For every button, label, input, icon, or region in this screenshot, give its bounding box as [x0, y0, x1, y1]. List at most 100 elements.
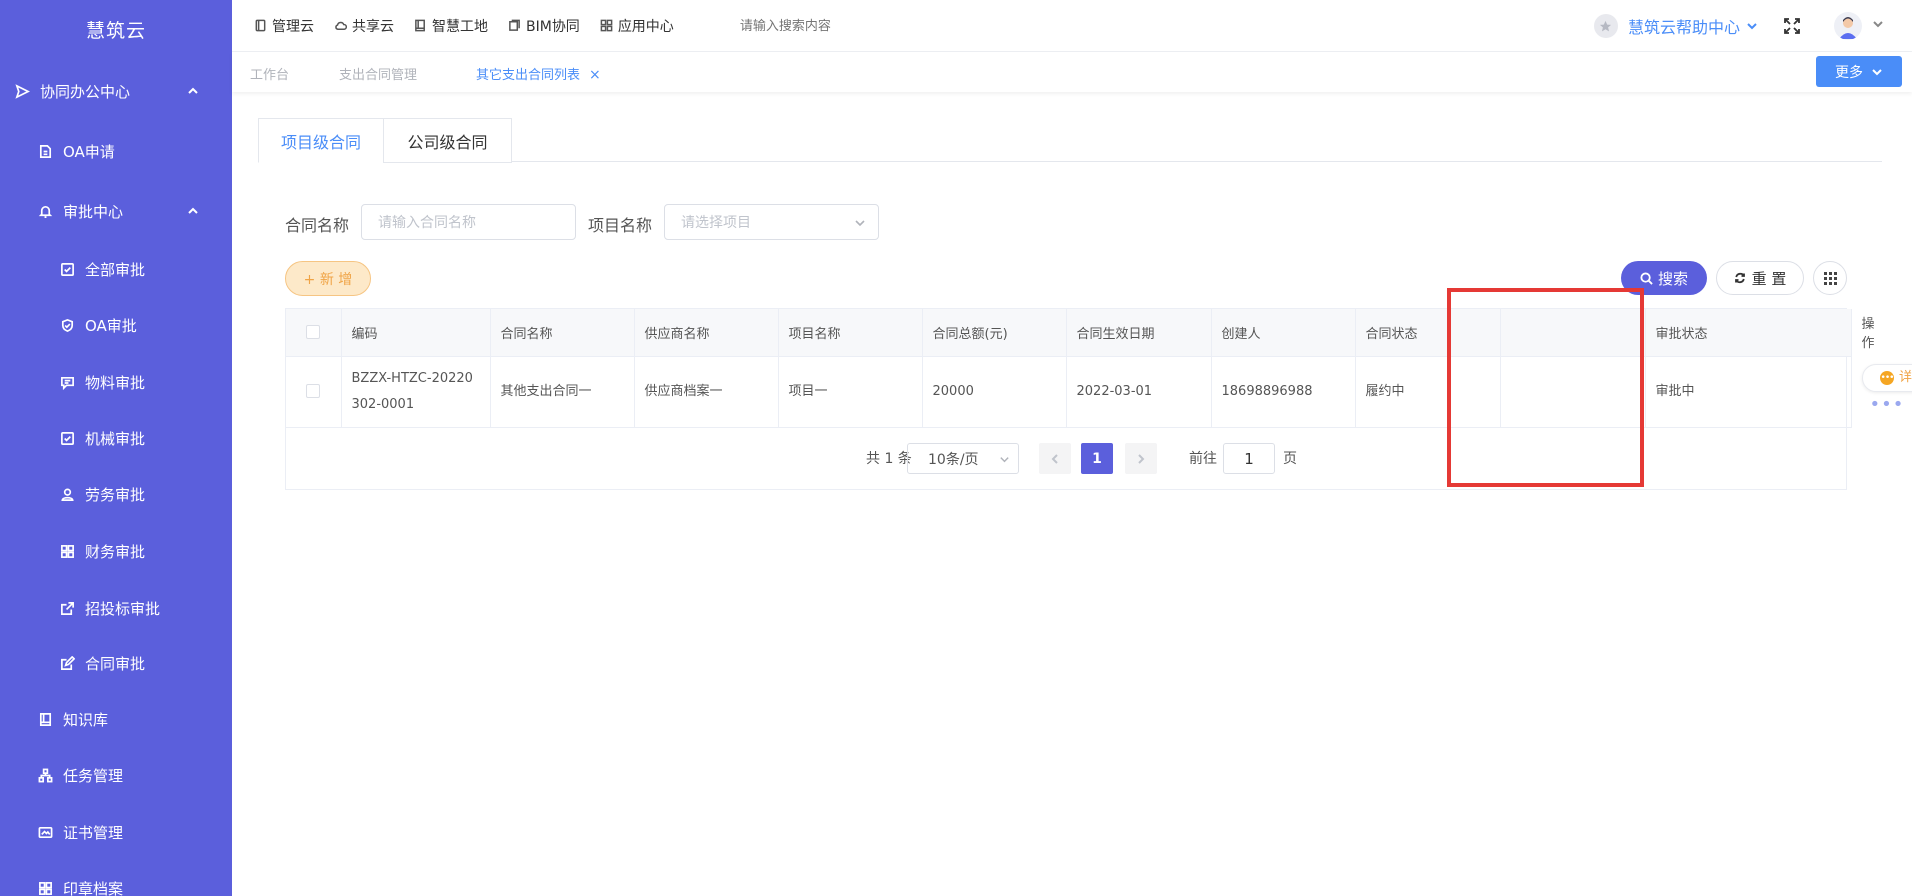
chevron-down-icon[interactable]	[1872, 18, 1884, 34]
topnav-management-cloud[interactable]: 管理云	[254, 16, 314, 36]
send-icon	[14, 83, 30, 99]
topnav-label: 共享云	[352, 18, 394, 35]
sidebar-item-bidding-approval[interactable]: 招投标审批	[0, 580, 232, 636]
document-icon	[37, 143, 53, 159]
book-icon	[37, 711, 53, 727]
table-row: BZZX-HTZC-20220 302-0001 其他支出合同一 供应商档案一 项…	[286, 356, 1912, 428]
topnav-bim[interactable]: BIM协同	[508, 16, 580, 36]
cell-contract-name: 其他支出合同一	[490, 356, 635, 428]
contract-name-input[interactable]: 请输入合同名称	[361, 204, 576, 240]
sidebar-item-seal-archive[interactable]: 印章档案	[0, 860, 232, 896]
sidebar-item-finance-approval[interactable]: 财务审批	[0, 523, 232, 579]
cell-contract-status: 履约中	[1355, 356, 1501, 428]
sidebar-item-contract-approval[interactable]: 合同审批	[0, 635, 232, 691]
sitemap-icon	[37, 767, 53, 783]
chevron-down-icon	[1740, 17, 1758, 36]
select-all-checkbox[interactable]	[306, 325, 321, 340]
sidebar-item-labor-approval[interactable]: 劳务审批	[0, 466, 232, 522]
header-contract-status: 合同状态	[1355, 309, 1501, 357]
detail-button-label: 详情	[1898, 370, 1912, 386]
search-button-label: 搜索	[1657, 269, 1688, 288]
cell-creator: 18698896988	[1211, 356, 1356, 428]
fullscreen-icon[interactable]	[1782, 16, 1802, 36]
prev-page-button[interactable]	[1039, 443, 1071, 474]
page-tabs-bar: 工作台 支出合同管理 其它支出合同列表 × 更多	[232, 52, 1912, 92]
tab-company-level-contract[interactable]: 公司级合同	[383, 118, 512, 163]
page-word-label: 页	[1283, 451, 1297, 467]
cell-code-line1: BZZX-HTZC-20220	[351, 370, 473, 386]
search-button[interactable]: 搜索	[1621, 261, 1707, 295]
cell-code-line2: 302-0001	[351, 396, 415, 412]
header-supplier-name: 供应商名称	[634, 309, 779, 357]
sidebar-item-all-approvals[interactable]: 全部审批	[0, 241, 232, 297]
sidebar-item-label: 招投标审批	[85, 599, 161, 618]
sidebar-item-label: 合同审批	[85, 654, 146, 673]
close-icon[interactable]: ×	[589, 67, 601, 83]
contract-name-label: 合同名称	[285, 216, 350, 235]
tab-workbench[interactable]: 工作台	[250, 64, 289, 83]
layers-icon	[509, 19, 520, 31]
topnav-label: 管理云	[272, 18, 314, 35]
sidebar-item-label: 知识库	[63, 710, 109, 729]
project-name-select[interactable]: 请选择项目	[664, 204, 879, 240]
more-actions-icon[interactable]: •••	[1870, 392, 1905, 418]
sidebar-item-label: OA申请	[63, 142, 115, 161]
column-settings-button[interactable]	[1813, 261, 1847, 295]
sidebar-item-label: 审批中心	[63, 202, 124, 221]
row-checkbox[interactable]	[306, 384, 321, 398]
project-name-label: 项目名称	[588, 216, 653, 235]
topnav-app-center[interactable]: 应用中心	[600, 16, 674, 36]
sidebar-item-label: 任务管理	[63, 766, 124, 785]
top-nav: 管理云 共享云 智慧工地 BIM协同 应用中心	[254, 16, 694, 36]
header-contract-amount: 合同总额(元)	[922, 309, 1067, 357]
grid-icon	[1823, 271, 1837, 285]
tab-other-expense-contract-list[interactable]: 其它支出合同列表 ×	[476, 64, 601, 83]
topnav-label: 应用中心	[617, 18, 674, 35]
sidebar-item-knowledge-base[interactable]: 知识库	[0, 691, 232, 747]
sidebar-item-oa-approval[interactable]: OA审批	[0, 297, 232, 353]
sidebar-item-label: 劳务审批	[85, 485, 146, 504]
topnav-smart-site[interactable]: 智慧工地	[414, 16, 488, 36]
sidebar-item-task-management[interactable]: 任务管理	[0, 747, 232, 803]
top-search-input[interactable]	[739, 18, 940, 33]
bell-icon	[37, 203, 53, 219]
contract-name-placeholder: 请输入合同名称	[378, 215, 476, 231]
sidebar-item-machinery-approval[interactable]: 机械审批	[0, 410, 232, 466]
sidebar-item-label: 物料审批	[85, 373, 146, 392]
topnav-label: 智慧工地	[432, 18, 488, 35]
main-content: 项目级合同 公司级合同 合同名称 请输入合同名称 项目名称 请选择项目 + 新 …	[232, 92, 1912, 896]
sidebar-item-certificate-management[interactable]: 证书管理	[0, 804, 232, 860]
grid-icon	[600, 19, 613, 32]
help-center-link[interactable]: 慧筑云帮助中心	[1593, 14, 1758, 38]
book-icon	[415, 19, 425, 32]
header-contract-name: 合同名称	[490, 309, 635, 357]
logo: 慧筑云	[85, 19, 146, 42]
topnav-shared-cloud[interactable]: 共享云	[334, 16, 394, 36]
goto-page-input[interactable]: 1	[1223, 443, 1275, 474]
tab-label: 其它支出合同列表	[476, 68, 581, 83]
tab-expense-contract-management[interactable]: 支出合同管理	[339, 64, 417, 83]
page-number-current[interactable]: 1	[1081, 443, 1113, 474]
pagination-total: 共 1 条	[866, 451, 912, 467]
sidebar-item-oa-apply[interactable]: OA申请	[0, 123, 232, 179]
more-button[interactable]: 更多	[1816, 56, 1902, 87]
goto-label: 前往	[1189, 451, 1217, 467]
sidebar-item-collab-office[interactable]: 协同办公中心	[0, 63, 232, 119]
checkbox-icon	[59, 430, 75, 446]
reset-button-label: 重 置	[1751, 269, 1787, 288]
chevron-up-icon	[186, 84, 200, 98]
sidebar-item-approval-center[interactable]: 审批中心	[0, 183, 232, 239]
detail-button[interactable]: ••• 详情	[1861, 364, 1912, 393]
cell-approval-status: 审批中	[1645, 356, 1852, 428]
tab-project-level-contract[interactable]: 项目级合同	[258, 118, 384, 163]
cell-amount: 20000	[922, 356, 1067, 428]
page-size-select[interactable]: 10条/页	[907, 443, 1019, 474]
cell-effective-date: 2022-03-01	[1066, 356, 1212, 428]
grid-icon	[37, 880, 53, 896]
cell-supplier: 供应商档案一	[634, 356, 779, 428]
reset-button[interactable]: 重 置	[1716, 261, 1804, 295]
sidebar-item-material-approval[interactable]: 物料审批	[0, 354, 232, 410]
avatar[interactable]	[1834, 12, 1862, 40]
add-button[interactable]: + 新 增	[285, 261, 371, 296]
next-page-button[interactable]	[1125, 443, 1157, 474]
